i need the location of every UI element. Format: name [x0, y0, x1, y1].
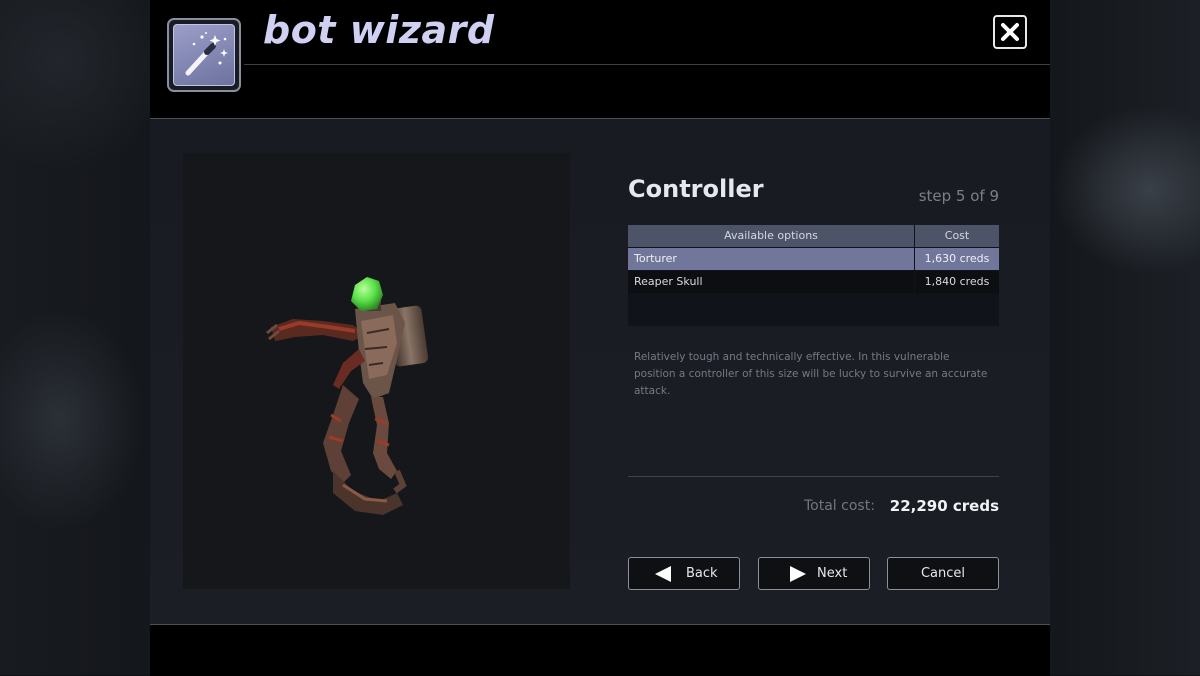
option-cost: 1,840 creds	[915, 271, 999, 293]
step-counter: step 5 of 9	[919, 187, 999, 205]
option-row-reaper-skull[interactable]: Reaper Skull 1,840 creds	[628, 271, 999, 293]
wizard-footer	[150, 624, 1050, 676]
wizard-logo	[167, 18, 241, 92]
total-cost-label: Total cost:	[804, 498, 875, 514]
arrow-right-icon	[788, 566, 806, 582]
back-button-label: Back	[686, 558, 718, 589]
option-cost: 1,630 creds	[915, 248, 999, 270]
bot-preview[interactable]	[183, 153, 570, 589]
back-button[interactable]: Back	[628, 557, 740, 590]
wizard-content: Controller step 5 of 9 Available options…	[150, 119, 1050, 624]
wizard-header: bot wizard	[150, 0, 1050, 119]
option-name: Torturer	[628, 248, 914, 270]
total-divider	[628, 476, 999, 477]
column-header-options: Available options	[628, 225, 914, 247]
options-table: Available options Cost Torturer 1,630 cr…	[628, 225, 999, 326]
cancel-button[interactable]: Cancel	[887, 557, 999, 590]
close-button[interactable]	[993, 15, 1027, 49]
header-divider	[244, 64, 1050, 65]
step-title: Controller	[628, 175, 764, 203]
options-header-row: Available options Cost	[628, 225, 999, 247]
next-button[interactable]: Next	[758, 557, 870, 590]
next-button-label: Next	[817, 558, 847, 589]
close-icon	[995, 17, 1025, 47]
bot-wizard-window: bot wizard	[150, 0, 1050, 675]
cancel-button-label: Cancel	[888, 558, 998, 589]
column-header-cost: Cost	[915, 225, 999, 247]
controller-panel: Controller step 5 of 9 Available options…	[628, 119, 999, 624]
option-row-torturer[interactable]: Torturer 1,630 creds	[628, 248, 999, 270]
bot-model-image	[183, 153, 570, 589]
option-description: Relatively tough and technically effecti…	[634, 349, 994, 400]
total-cost-value: 22,290 creds	[890, 497, 999, 515]
magic-wand-icon	[173, 24, 235, 86]
option-name: Reaper Skull	[628, 271, 914, 293]
window-title: bot wizard	[263, 8, 495, 52]
arrow-left-icon	[655, 566, 673, 582]
